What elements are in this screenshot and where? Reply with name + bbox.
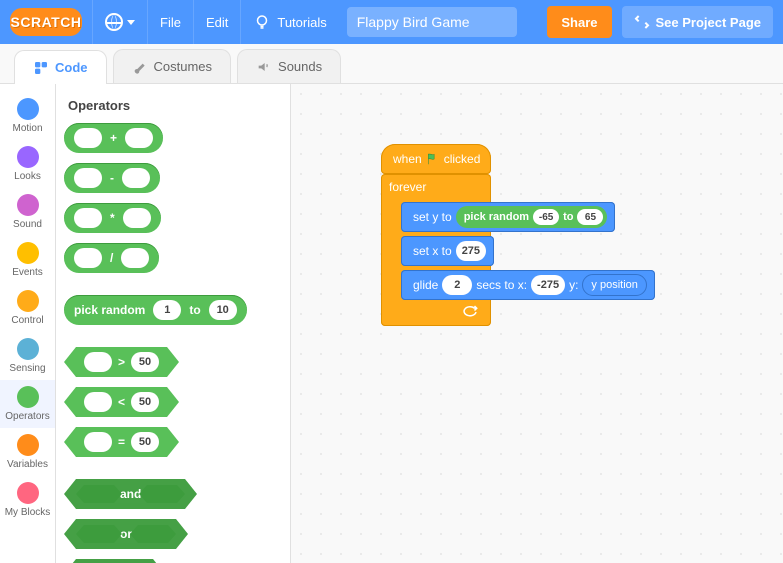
globe-icon (105, 13, 123, 31)
tab-sounds-label: Sounds (278, 59, 322, 74)
block-label: set x to (409, 244, 456, 258)
number-input[interactable]: 65 (577, 209, 603, 225)
block-label: pick random (460, 211, 533, 223)
tab-sounds[interactable]: Sounds (237, 49, 341, 83)
operator-or-block[interactable]: or (76, 519, 176, 549)
block-label: glide (409, 278, 442, 292)
green-flag-icon (426, 151, 440, 167)
number-input[interactable]: -65 (533, 209, 559, 225)
category-label: Sound (13, 219, 42, 230)
swap-icon (634, 14, 650, 30)
operator-equals-block[interactable]: =50 (76, 427, 167, 457)
pick-random-reporter[interactable]: pick random -65 to 65 (456, 206, 608, 228)
category-label: Events (12, 267, 43, 278)
sound-icon (256, 59, 272, 75)
tab-costumes[interactable]: Costumes (113, 49, 232, 83)
operator-and-block[interactable]: and (76, 479, 185, 509)
category-label: Looks (14, 171, 41, 182)
category-motion[interactable]: Motion (0, 92, 55, 140)
category-label: Motion (12, 123, 42, 134)
see-project-page-button[interactable]: See Project Page (622, 6, 774, 38)
tutorials-button[interactable]: Tutorials (240, 0, 338, 44)
category-label: Operators (5, 411, 49, 422)
language-menu[interactable] (92, 0, 147, 44)
set-y-block[interactable]: set y to pick random -65 to 65 (401, 202, 615, 232)
category-my-blocks[interactable]: My Blocks (0, 476, 55, 524)
operator-subtract-block[interactable]: - (64, 163, 160, 193)
block-label: set y to (409, 210, 456, 224)
tutorials-label: Tutorials (277, 15, 326, 30)
lightbulb-icon (253, 13, 271, 31)
share-button[interactable]: Share (547, 6, 611, 38)
hat-when-label: when (393, 152, 422, 166)
category-label: Variables (7, 459, 48, 470)
y-position-reporter[interactable]: y position (582, 274, 646, 296)
operator-greater-than-block[interactable]: >50 (76, 347, 167, 377)
block-label: secs to x: (472, 278, 531, 292)
category-events[interactable]: Events (0, 236, 55, 284)
category-sensing[interactable]: Sensing (0, 332, 55, 380)
palette-title: Operators (68, 98, 282, 113)
block-category-strip: Motion Looks Sound Events Control Sensin… (0, 84, 56, 563)
operator-multiply-block[interactable]: * (64, 203, 161, 233)
number-input[interactable]: -275 (531, 275, 565, 295)
operator-pick-random-block[interactable]: pick random1to10 (64, 295, 247, 325)
category-label: Control (11, 315, 43, 326)
category-label: My Blocks (5, 507, 51, 518)
script-stack[interactable]: when clicked forever set y to pick rando… (381, 144, 491, 326)
operator-divide-block[interactable]: / (64, 243, 159, 273)
category-control[interactable]: Control (0, 284, 55, 332)
caret-down-icon (127, 20, 135, 25)
edit-menu[interactable]: Edit (193, 0, 240, 44)
hat-clicked-label: clicked (444, 152, 481, 166)
set-x-block[interactable]: set x to 275 (401, 236, 494, 266)
glide-block[interactable]: glide 2 secs to x: -275 y: y position (401, 270, 655, 300)
operator-not-block[interactable]: not (76, 559, 153, 563)
category-looks[interactable]: Looks (0, 140, 55, 188)
tab-code-label: Code (55, 60, 88, 75)
scripts-canvas[interactable]: when clicked forever set y to pick rando… (291, 84, 783, 563)
tab-code[interactable]: Code (14, 50, 107, 84)
editor-tabs: Code Costumes Sounds (0, 44, 783, 84)
category-label: Sensing (9, 363, 45, 374)
see-project-label: See Project Page (656, 15, 762, 30)
operator-add-block[interactable]: + (64, 123, 163, 153)
brush-icon (132, 59, 148, 75)
block-label: y: (565, 278, 582, 292)
top-menu-bar: SCRATCH File Edit Tutorials Share See Pr… (0, 0, 783, 44)
tab-costumes-label: Costumes (154, 59, 213, 74)
loop-arrow-icon (461, 305, 479, 322)
block-label: to (559, 211, 577, 223)
category-sound[interactable]: Sound (0, 188, 55, 236)
scratch-logo[interactable]: SCRATCH (10, 8, 82, 36)
block-palette: Operators + - * / pick random1to10 >50 <… (56, 84, 291, 563)
when-flag-clicked-block[interactable]: when clicked (381, 144, 491, 174)
code-icon (33, 60, 49, 76)
operator-less-than-block[interactable]: <50 (76, 387, 167, 417)
project-name-input[interactable] (347, 7, 517, 37)
category-variables[interactable]: Variables (0, 428, 55, 476)
category-operators[interactable]: Operators (0, 380, 55, 428)
number-input[interactable]: 275 (456, 241, 486, 261)
file-menu[interactable]: File (147, 0, 193, 44)
forever-label: forever (389, 180, 426, 194)
number-input[interactable]: 2 (442, 275, 472, 295)
forever-block[interactable]: forever set y to pick random -65 to 65 s… (381, 174, 491, 326)
